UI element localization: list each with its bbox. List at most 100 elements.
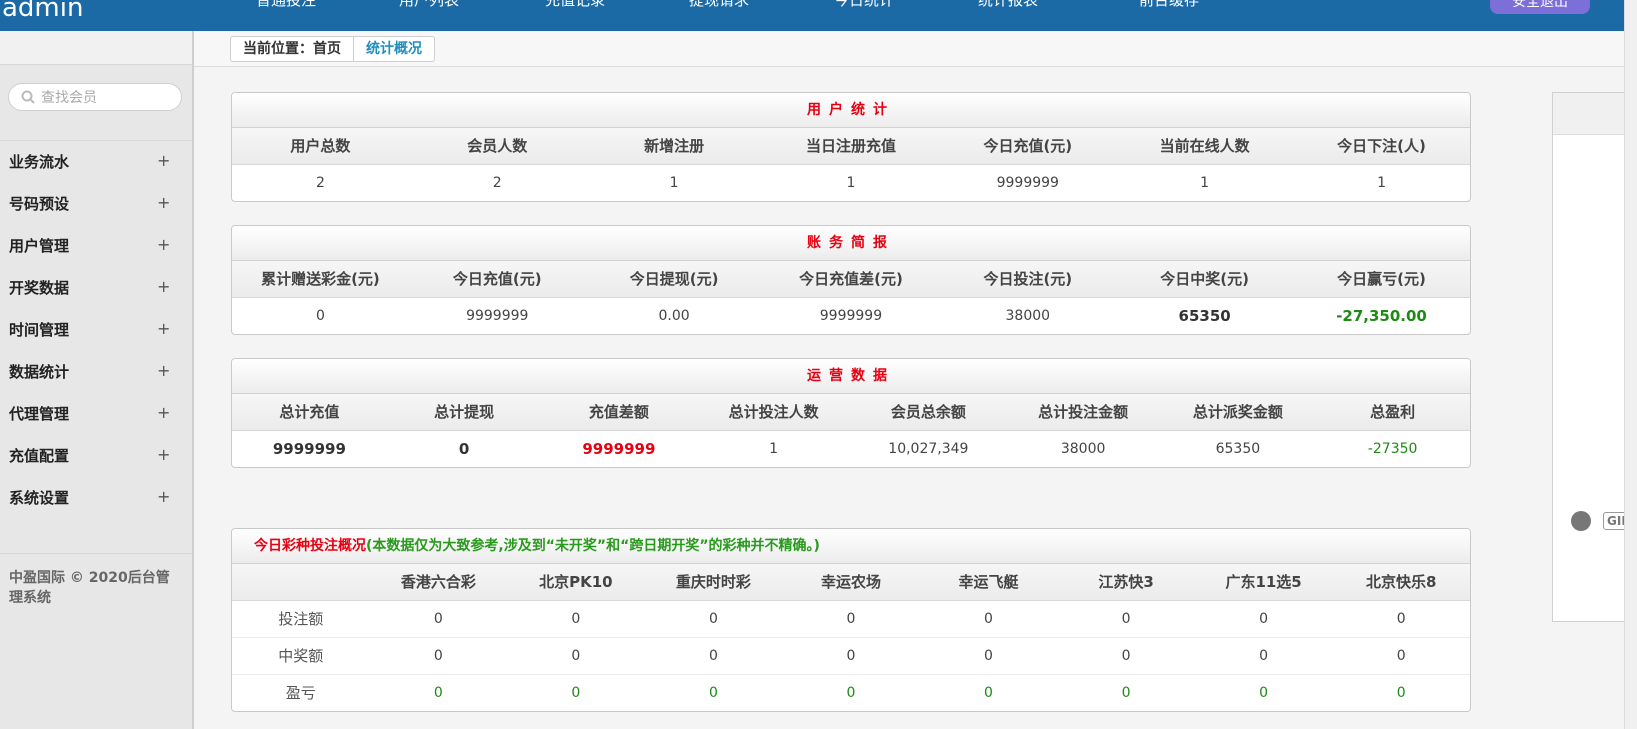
brand-title: admin: [2, 0, 84, 23]
sidebar-item-agent-management[interactable]: 代理管理 +: [0, 393, 192, 435]
table-cell: 0.00: [585, 296, 763, 334]
sidebar-item-time-management[interactable]: 时间管理 +: [0, 309, 192, 351]
search-icon: [21, 90, 35, 104]
sidebar-item-label: 时间管理: [9, 321, 70, 339]
table-cell: 0: [507, 636, 645, 674]
column-header: 总计投注金额: [1005, 394, 1161, 431]
table-cell: 0: [232, 296, 409, 334]
column-header: 北京快乐8: [1332, 564, 1470, 601]
table-header-row: 香港六合彩 北京PK10 重庆时时彩 幸运农场 幸运飞艇 江苏快3 广东11选5…: [232, 564, 1470, 601]
sidebar-item-user-management[interactable]: 用户管理 +: [0, 225, 192, 267]
table-row: 投注额 0 0 0 0 0 0 0 0: [232, 599, 1470, 637]
nav-item-withdraw[interactable]: 提现请求: [689, 0, 749, 10]
column-header: 用户总数: [232, 128, 409, 165]
table-cell: 0: [1057, 636, 1195, 674]
table-row: 9999999 0 9999999 1 10,027,349 38000 653…: [232, 429, 1470, 467]
table-cell: 0: [1332, 673, 1470, 711]
expand-icon[interactable]: +: [157, 487, 170, 506]
breadcrumb-home[interactable]: 当前位置：首页: [231, 37, 353, 61]
row-header: 中奖额: [232, 636, 370, 674]
sidebar-item-business-flow[interactable]: 业务流水 +: [0, 141, 192, 183]
table-header-row: 累计赠送彩金(元) 今日充值(元) 今日提现(元) 今日充值差(元) 今日投注(…: [232, 261, 1470, 298]
nav-item-cache[interactable]: 前台缓存: [1139, 0, 1199, 10]
expand-icon[interactable]: +: [157, 235, 170, 254]
table-cell: 9999999: [408, 296, 586, 334]
table-cell: 9999999: [232, 429, 387, 467]
sidebar-item-draw-data[interactable]: 开奖数据 +: [0, 267, 192, 309]
expand-icon[interactable]: +: [157, 361, 170, 380]
table-cell: 0: [644, 673, 783, 711]
nav-item-recharge[interactable]: 充值记录: [545, 0, 605, 10]
expand-icon[interactable]: +: [157, 445, 170, 464]
table-cell: -27,350.00: [1293, 296, 1470, 334]
expand-icon[interactable]: +: [157, 277, 170, 296]
top-nav: 普通投注 用户列表 充值记录 提现请求 今日统计 统计报表 前台缓存 安全退出 …: [192, 0, 1637, 31]
table-cell: 0: [919, 673, 1058, 711]
table-row: 中奖额 0 0 0 0 0 0 0 0: [232, 636, 1470, 674]
table-cell: 1: [696, 429, 851, 467]
sidebar-header: [0, 31, 192, 65]
table-cell: 0: [1332, 599, 1470, 637]
column-header: 今日赢亏(元): [1293, 261, 1470, 298]
table-cell: 1: [762, 163, 940, 201]
sidebar-item-label: 代理管理: [9, 405, 70, 423]
panel-title: 运营数据: [232, 359, 1470, 394]
games-title: 今日彩种投注概况: [254, 538, 366, 554]
table-cell: 0: [369, 599, 508, 637]
page-scrollbar[interactable]: [1624, 0, 1637, 729]
sidebar-item-label: 业务流水: [9, 153, 70, 171]
logout-button[interactable]: 安全退出: [1490, 0, 1590, 14]
column-header: 总计提现: [386, 394, 542, 431]
expand-icon[interactable]: +: [157, 151, 170, 170]
operations-table: 总计充值 总计提现 充值差额 总计投注人数 会员总余额 总计投注金额 总计派奖金…: [232, 394, 1470, 467]
member-search[interactable]: [8, 83, 182, 111]
table-cell: 9999999: [541, 429, 697, 467]
sidebar-item-system-settings[interactable]: 系统设置 +: [0, 477, 192, 519]
table-cell: 38000: [1005, 429, 1161, 467]
column-header: 今日提现(元): [585, 261, 763, 298]
expand-icon[interactable]: +: [157, 403, 170, 422]
table-cell: 1: [1116, 163, 1294, 201]
table-cell: 0: [1194, 599, 1333, 637]
nav-item-users[interactable]: 用户列表: [399, 0, 459, 10]
row-header: 盈亏: [232, 673, 370, 711]
column-header: 会员总余额: [851, 394, 1006, 431]
sidebar: 业务流水 + 号码预设 + 用户管理 + 开奖数据 + 时间管理 + 数据统计 + 代理管理…: [0, 31, 194, 729]
breadcrumb: 当前位置：首页 统计概况: [230, 36, 435, 62]
sidebar-menu: 业务流水 + 号码预设 + 用户管理 + 开奖数据 + 时间管理 + 数据统计 + 代理管理…: [0, 140, 192, 519]
nav-item-reports[interactable]: 统计报表: [978, 0, 1038, 10]
column-header: 幸运农场: [782, 564, 920, 601]
column-header: 今日中奖(元): [1116, 261, 1294, 298]
column-header: 今日充值(元): [939, 128, 1117, 165]
games-panel: 今日彩种投注概况(本数据仅为大致参考,涉及到“未开奖”和“跨日期开奖”的彩种并不…: [231, 528, 1471, 712]
table-cell: 0: [644, 599, 783, 637]
sidebar-item-recharge-config[interactable]: 充值配置 +: [0, 435, 192, 477]
emoji-icon[interactable]: [1571, 511, 1591, 531]
table-cell: 0: [1332, 636, 1470, 674]
nav-item-bet[interactable]: 普通投注: [256, 0, 316, 10]
table-cell: 0: [369, 673, 508, 711]
panel-title: 用户统计: [232, 93, 1470, 128]
column-header: 广东11选5: [1194, 564, 1333, 601]
sidebar-item-number-preset[interactable]: 号码预设 +: [0, 183, 192, 225]
column-header: 会员人数: [408, 128, 586, 165]
column-header: 总计派奖金额: [1160, 394, 1316, 431]
table-cell: 0: [507, 599, 645, 637]
nav-item-today-stats[interactable]: 今日统计: [834, 0, 894, 10]
expand-icon[interactable]: +: [157, 193, 170, 212]
table-cell: 1: [585, 163, 763, 201]
expand-icon[interactable]: +: [157, 319, 170, 338]
table-cell: 9999999: [762, 296, 940, 334]
column-header: 香港六合彩: [369, 564, 508, 601]
table-cell: 2: [232, 163, 409, 201]
table-cell: 0: [1057, 673, 1195, 711]
table-cell: 1: [1293, 163, 1470, 201]
sidebar-item-label: 开奖数据: [9, 279, 70, 297]
table-cell: 0: [919, 636, 1058, 674]
finance-table: 累计赠送彩金(元) 今日充值(元) 今日提现(元) 今日充值差(元) 今日投注(…: [232, 261, 1470, 334]
sidebar-item-data-stats[interactable]: 数据统计 +: [0, 351, 192, 393]
table-cell: 0: [644, 636, 783, 674]
search-input[interactable]: [41, 87, 171, 109]
column-header: 当前在线人数: [1116, 128, 1294, 165]
breadcrumb-current: 统计概况: [353, 37, 434, 61]
